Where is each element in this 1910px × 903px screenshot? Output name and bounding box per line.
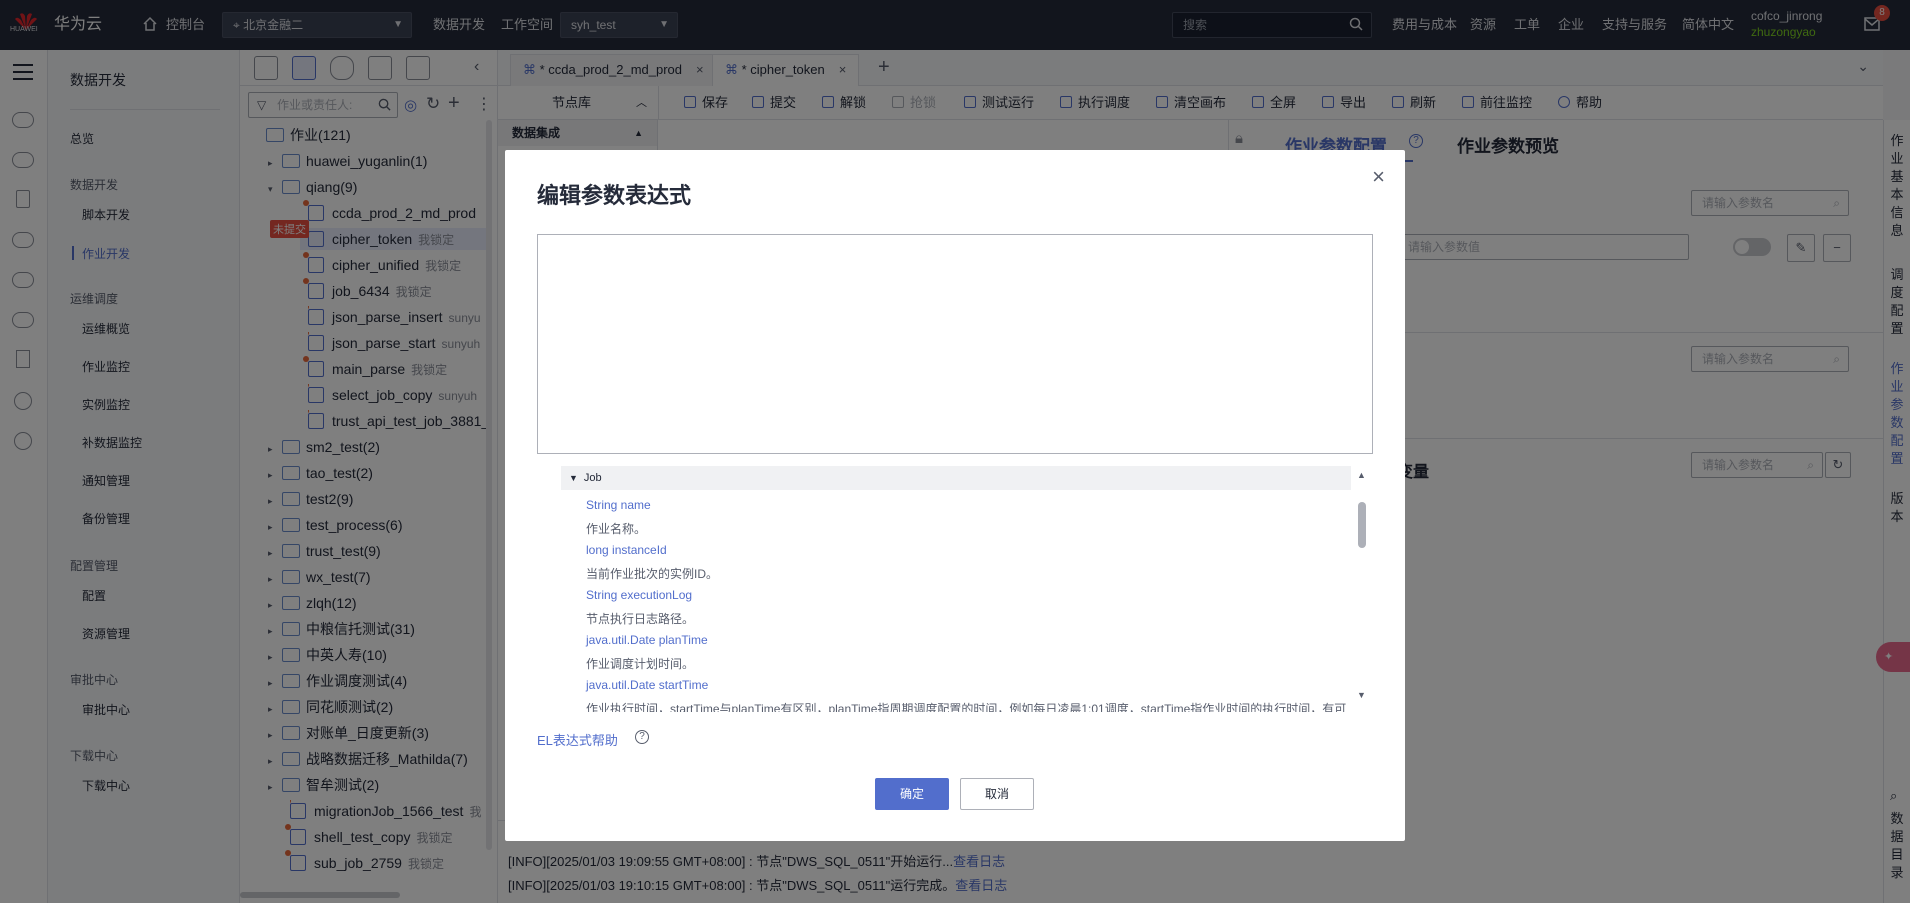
ref-signature[interactable]: java.util.Date startTime <box>586 678 708 692</box>
edit-param-expression-dialog: 编辑参数表达式 × ▼ Job String name 作业名称。 long in… <box>505 150 1405 841</box>
help-icon[interactable]: ? <box>635 730 649 744</box>
ref-signature[interactable]: long instanceId <box>586 543 667 557</box>
confirm-button[interactable]: 确定 <box>875 778 949 810</box>
ref-group-label: Job <box>583 472 602 484</box>
ref-description: 作业名称。 <box>586 522 647 536</box>
scroll-down-icon[interactable]: ▼ <box>1357 690 1366 700</box>
ref-description: 节点执行日志路径。 <box>586 612 695 626</box>
ref-description: 作业执行时间，startTime与planTime有区别，planTime指周期… <box>586 702 1346 712</box>
el-help-link[interactable]: EL表达式帮助 <box>537 730 618 749</box>
ref-signature[interactable]: java.util.Date planTime <box>586 633 708 647</box>
expression-reference: ▼ Job String name 作业名称。 long instanceId 当… <box>561 466 1351 712</box>
ref-description: 作业调度计划时间。 <box>586 657 695 671</box>
expression-editor[interactable] <box>537 234 1373 454</box>
ref-signature[interactable]: String executionLog <box>586 588 692 602</box>
close-icon[interactable]: × <box>1372 164 1385 190</box>
ref-scrollbar-thumb[interactable] <box>1358 502 1366 548</box>
caret-down-icon: ▼ <box>569 473 578 483</box>
cancel-button[interactable]: 取消 <box>960 778 1034 810</box>
ref-group-header[interactable]: ▼ Job <box>561 466 1351 490</box>
scroll-up-icon[interactable]: ▲ <box>1357 470 1366 480</box>
dialog-title: 编辑参数表达式 <box>537 183 692 208</box>
ref-signature[interactable]: String name <box>586 498 651 512</box>
ref-description: 当前作业批次的实例ID。 <box>586 567 719 581</box>
